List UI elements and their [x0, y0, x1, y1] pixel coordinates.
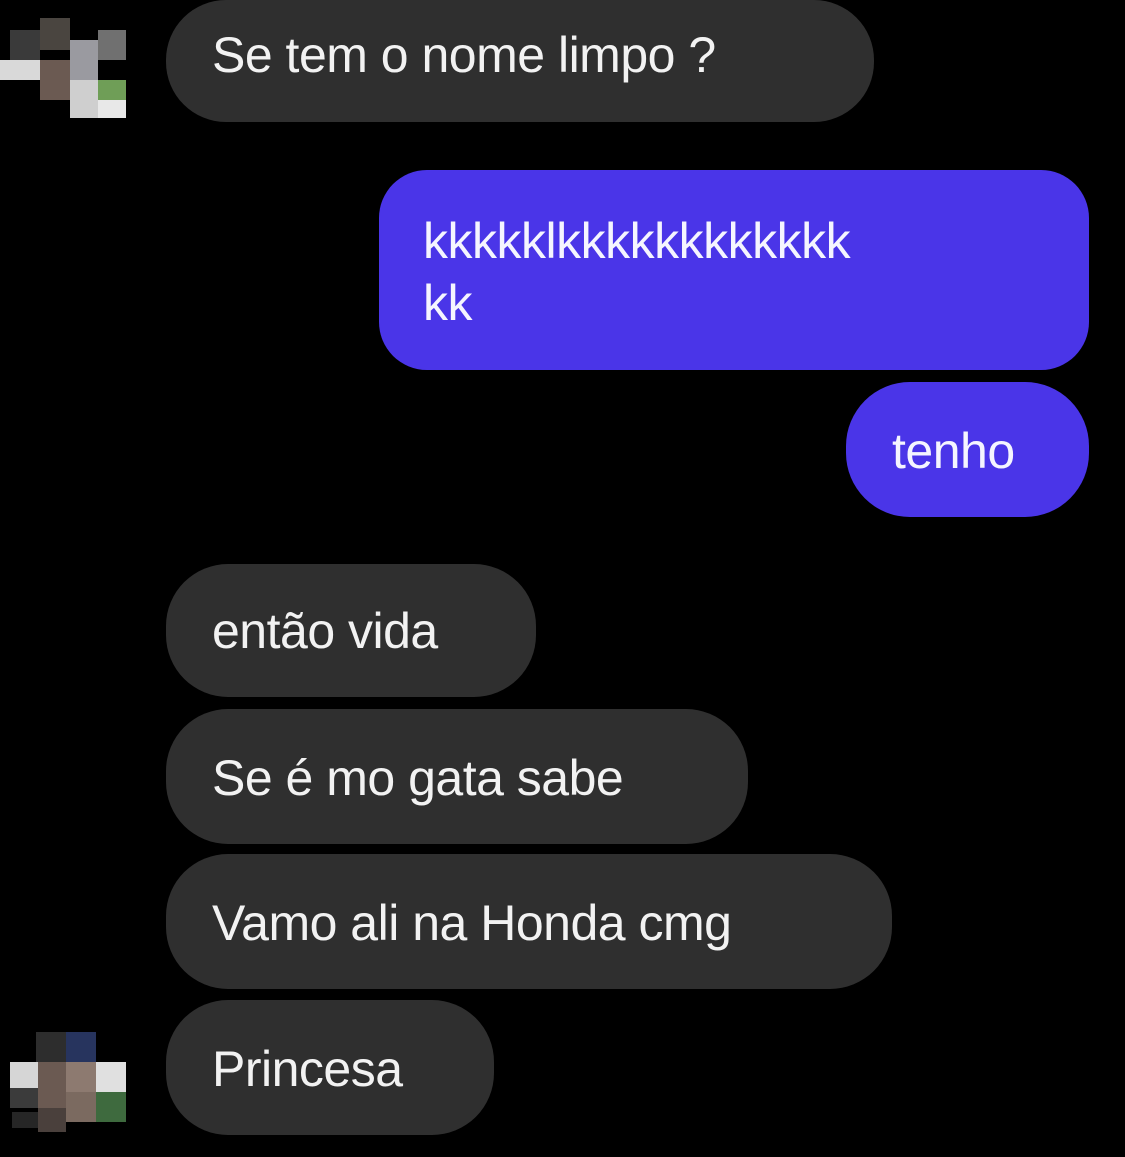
incoming-message: então vida [166, 564, 536, 697]
incoming-message: Princesa [166, 1000, 494, 1135]
incoming-message: Se é mo gata sabe [166, 709, 748, 844]
outgoing-message: tenho [846, 382, 1089, 517]
contact-avatar[interactable] [0, 1028, 130, 1138]
incoming-message: Vamo ali na Honda cmg [166, 854, 892, 989]
contact-avatar[interactable] [0, 8, 130, 118]
incoming-message: Se tem o nome limpo ? [166, 0, 874, 122]
chat-thread: Se tem o nome limpo ? kkkkklkkkkkkkkkkkk… [0, 0, 1125, 1157]
outgoing-message: kkkkklkkkkkkkkkkkk kk [379, 170, 1089, 370]
